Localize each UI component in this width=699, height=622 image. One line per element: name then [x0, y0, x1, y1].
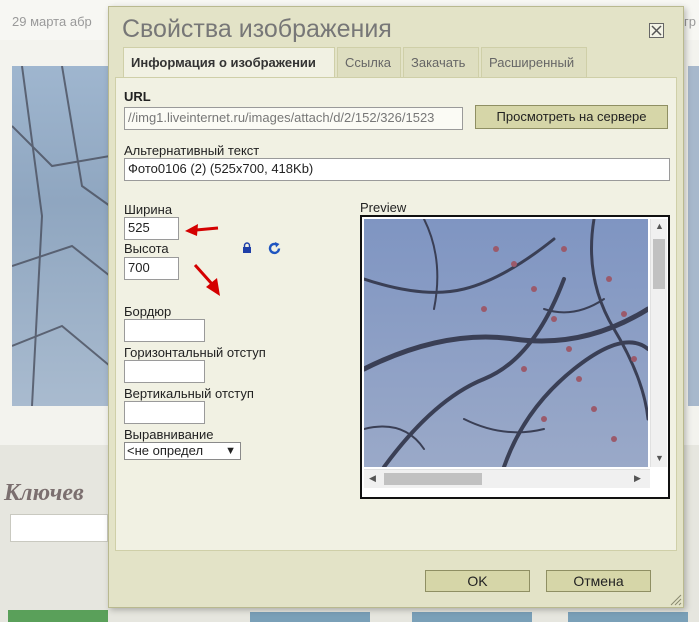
background-photo-edge — [688, 66, 699, 406]
resize-grip-icon[interactable] — [669, 593, 682, 606]
horizontal-scroll-thumb[interactable] — [384, 473, 482, 485]
annotation-arrow-width — [185, 224, 219, 236]
refresh-icon[interactable] — [267, 241, 282, 256]
browse-server-button[interactable]: Просмотреть на сервере — [475, 105, 668, 129]
scroll-left-icon[interactable]: ◀ — [369, 473, 376, 484]
tab-link[interactable]: Ссылка — [337, 47, 401, 77]
scroll-down-icon[interactable]: ▼ — [655, 453, 664, 463]
align-label: Выравнивание — [124, 427, 214, 442]
width-field[interactable]: 525 — [124, 217, 179, 240]
keywords-input[interactable] — [10, 514, 108, 542]
width-label: Ширина — [124, 202, 173, 217]
post-date-right: гр — [684, 14, 696, 29]
alt-text-label: Альтернативный текст — [124, 143, 260, 158]
url-field[interactable]: //img1.liveinternet.ru/images/attach/d/2… — [124, 107, 463, 130]
align-select[interactable]: <не определ ▼ — [124, 442, 241, 460]
annotation-arrow-height — [193, 263, 220, 296]
tab-upload[interactable]: Закачать — [403, 47, 479, 77]
tab-image-info[interactable]: Информация о изображении — [123, 47, 335, 78]
chevron-down-icon: ▼ — [225, 445, 236, 457]
hspace-label: Горизонтальный отступ — [124, 345, 266, 360]
height-field[interactable]: 700 — [124, 257, 179, 280]
align-select-value: <не определ — [127, 443, 204, 458]
border-label: Бордюр — [124, 304, 172, 319]
background-blue-button[interactable] — [250, 612, 370, 622]
background-photo — [12, 66, 110, 406]
preview-box[interactable]: ▲ ▼ ◀ ▶ — [360, 215, 670, 499]
image-properties-dialog: Свойства изображения Информация о изобра… — [108, 6, 684, 608]
vspace-label: Вертикальный отступ — [124, 386, 254, 401]
preview-vertical-scrollbar[interactable]: ▲ ▼ — [650, 219, 667, 467]
vspace-field[interactable] — [124, 401, 205, 424]
background-green-button[interactable] — [8, 610, 108, 622]
background-blue-button-3[interactable] — [568, 612, 688, 622]
tab-advanced[interactable]: Расширенный — [481, 47, 587, 77]
ok-button[interactable]: OK — [425, 570, 530, 592]
close-icon[interactable] — [649, 23, 664, 38]
preview-image — [364, 219, 648, 467]
cancel-button[interactable]: Отмена — [546, 570, 651, 592]
scroll-up-icon[interactable]: ▲ — [655, 221, 664, 231]
tab-panel-image-info: URL //img1.liveinternet.ru/images/attach… — [115, 77, 677, 551]
preview-horizontal-scrollbar[interactable]: ◀ ▶ — [364, 469, 650, 488]
vertical-scroll-thumb[interactable] — [653, 239, 665, 289]
border-field[interactable] — [124, 319, 205, 342]
keywords-heading: Ключев — [4, 480, 84, 506]
post-date: 29 марта абр — [12, 14, 92, 29]
url-label: URL — [124, 89, 151, 104]
height-label: Высота — [124, 241, 169, 256]
scroll-right-icon[interactable]: ▶ — [634, 473, 641, 484]
background-blue-button-2[interactable] — [412, 612, 532, 622]
dialog-title: Свойства изображения — [122, 15, 392, 43]
alt-text-field[interactable]: Фото0106 (2) (525x700, 418Kb) — [124, 158, 670, 181]
preview-label: Preview — [360, 200, 407, 215]
hspace-field[interactable] — [124, 360, 205, 383]
lock-icon[interactable] — [241, 242, 253, 254]
